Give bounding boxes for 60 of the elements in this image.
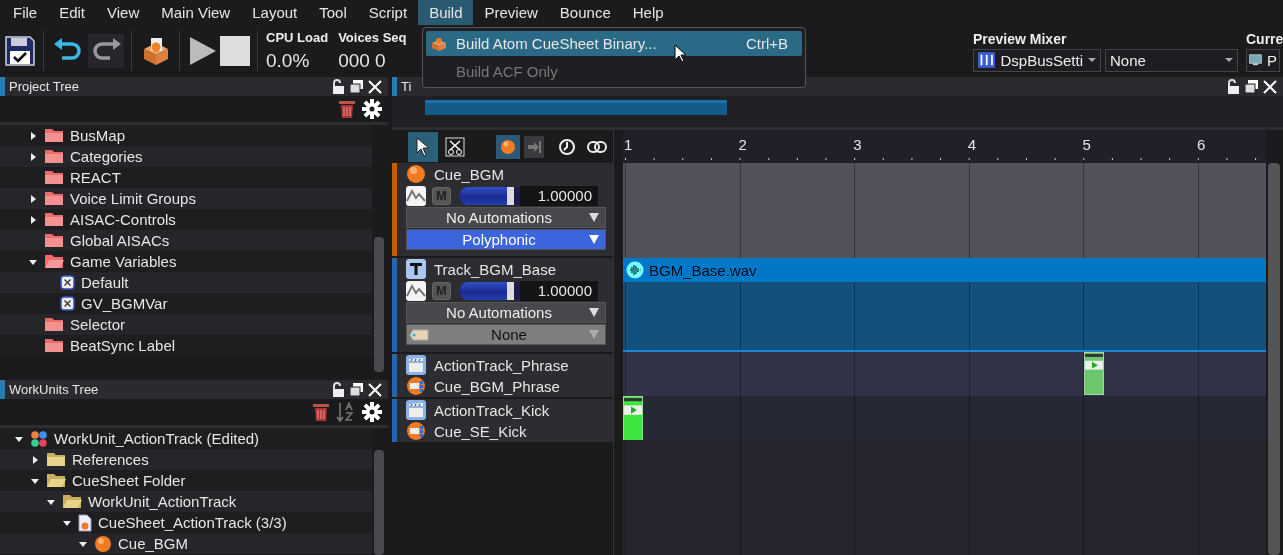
ruler-label: 3 — [852, 135, 863, 155]
current-dropdown[interactable]: P — [1246, 48, 1280, 72]
tree-item[interactable]: BusMap — [70, 127, 126, 144]
tree-item[interactable]: CueSheet Folder — [72, 472, 186, 489]
current-label: Curre — [1246, 30, 1283, 47]
track-name[interactable]: ActionTrack_Kick — [434, 401, 550, 419]
volume-value: 1.00000 — [520, 185, 598, 206]
stat-value: 000 0 — [338, 50, 387, 72]
track-name[interactable]: ActionTrack_Phrase — [434, 356, 569, 374]
automation-dropdown[interactable]: No Automations — [406, 207, 606, 228]
panel-title: Project Tree — [9, 79, 81, 94]
track-lane[interactable]: BGM_Base.wav — [623, 258, 1266, 352]
tree-item[interactable]: Selector — [70, 316, 126, 333]
tree-item[interactable]: BeatSync Label — [70, 337, 176, 354]
menu-item[interactable]: View — [96, 0, 151, 25]
menu-item[interactable]: Preview — [473, 0, 549, 25]
panel-title: Ti — [401, 79, 413, 94]
stat-label: Voices Seq — [338, 30, 407, 45]
ruler-label: 6 — [1195, 135, 1207, 155]
menu-item[interactable]: Layout — [241, 0, 309, 25]
preview-mixer-label: Preview Mixer — [973, 30, 1068, 47]
stat-label: CPU Load — [266, 30, 329, 45]
mixer-dropdown[interactable]: DspBusSetti — [973, 48, 1101, 72]
audio-clip[interactable]: BGM_Base.wav — [623, 258, 1266, 282]
mode-dropdown[interactable]: Polyphonic — [406, 229, 606, 250]
tree-item[interactable]: REACT — [70, 169, 121, 186]
menu-item[interactable]: Script — [357, 0, 419, 25]
volume-value: 1.00000 — [520, 280, 598, 301]
ruler-label: 5 — [1081, 135, 1092, 155]
tree-item[interactable]: CueSheet_ActionTrack (3/3) — [98, 514, 287, 531]
tag-dropdown[interactable]: None — [406, 324, 606, 345]
tree-item[interactable]: GV_BGMVar — [81, 295, 168, 312]
menu-item[interactable]: Build — [418, 0, 474, 25]
tree-item[interactable]: Categories — [70, 148, 143, 165]
menu-item[interactable]: Edit — [48, 0, 97, 25]
target-dropdown[interactable]: None — [1105, 48, 1238, 72]
automation-dropdown[interactable]: No Automations — [406, 302, 606, 323]
tree-item[interactable]: WorkUnit_ActionTrack (Edited) — [54, 430, 260, 447]
tree-item[interactable]: Default — [81, 274, 129, 291]
menu-option[interactable]: Build Atom CueSheet Binary... Ctrl+B — [426, 31, 802, 56]
stat-value: 0.0% — [266, 50, 311, 72]
tree-item[interactable]: Cue_BGM — [118, 535, 189, 552]
cue-name[interactable]: Cue_BGM_Phrase — [434, 377, 560, 395]
timeline-ruler[interactable]: 1 2 3 4 5 6 — [623, 130, 1266, 163]
clip-name: BGM_Base.wav — [649, 261, 757, 279]
tree-item[interactable]: Game Variables — [70, 253, 177, 270]
menu-item[interactable]: Help — [621, 0, 675, 25]
ruler-label: 1 — [623, 135, 634, 155]
tree-item[interactable]: References — [72, 451, 149, 468]
menu-item[interactable]: Bounce — [548, 0, 622, 25]
cue-name[interactable]: Cue_SE_Kick — [434, 422, 527, 440]
tree-item[interactable]: AISAC-Controls — [70, 211, 176, 228]
ruler-label: 4 — [966, 135, 978, 155]
menu-item[interactable]: Tool — [308, 0, 358, 25]
ruler-label: 2 — [737, 135, 748, 155]
track-name[interactable]: Track_BGM_Base — [434, 260, 556, 278]
panel-title: WorkUnits Tree — [9, 382, 100, 397]
menu-item[interactable]: Main View — [150, 0, 242, 25]
menu-item[interactable]: File — [2, 0, 49, 25]
track-name[interactable]: Cue_BGM — [434, 165, 505, 183]
